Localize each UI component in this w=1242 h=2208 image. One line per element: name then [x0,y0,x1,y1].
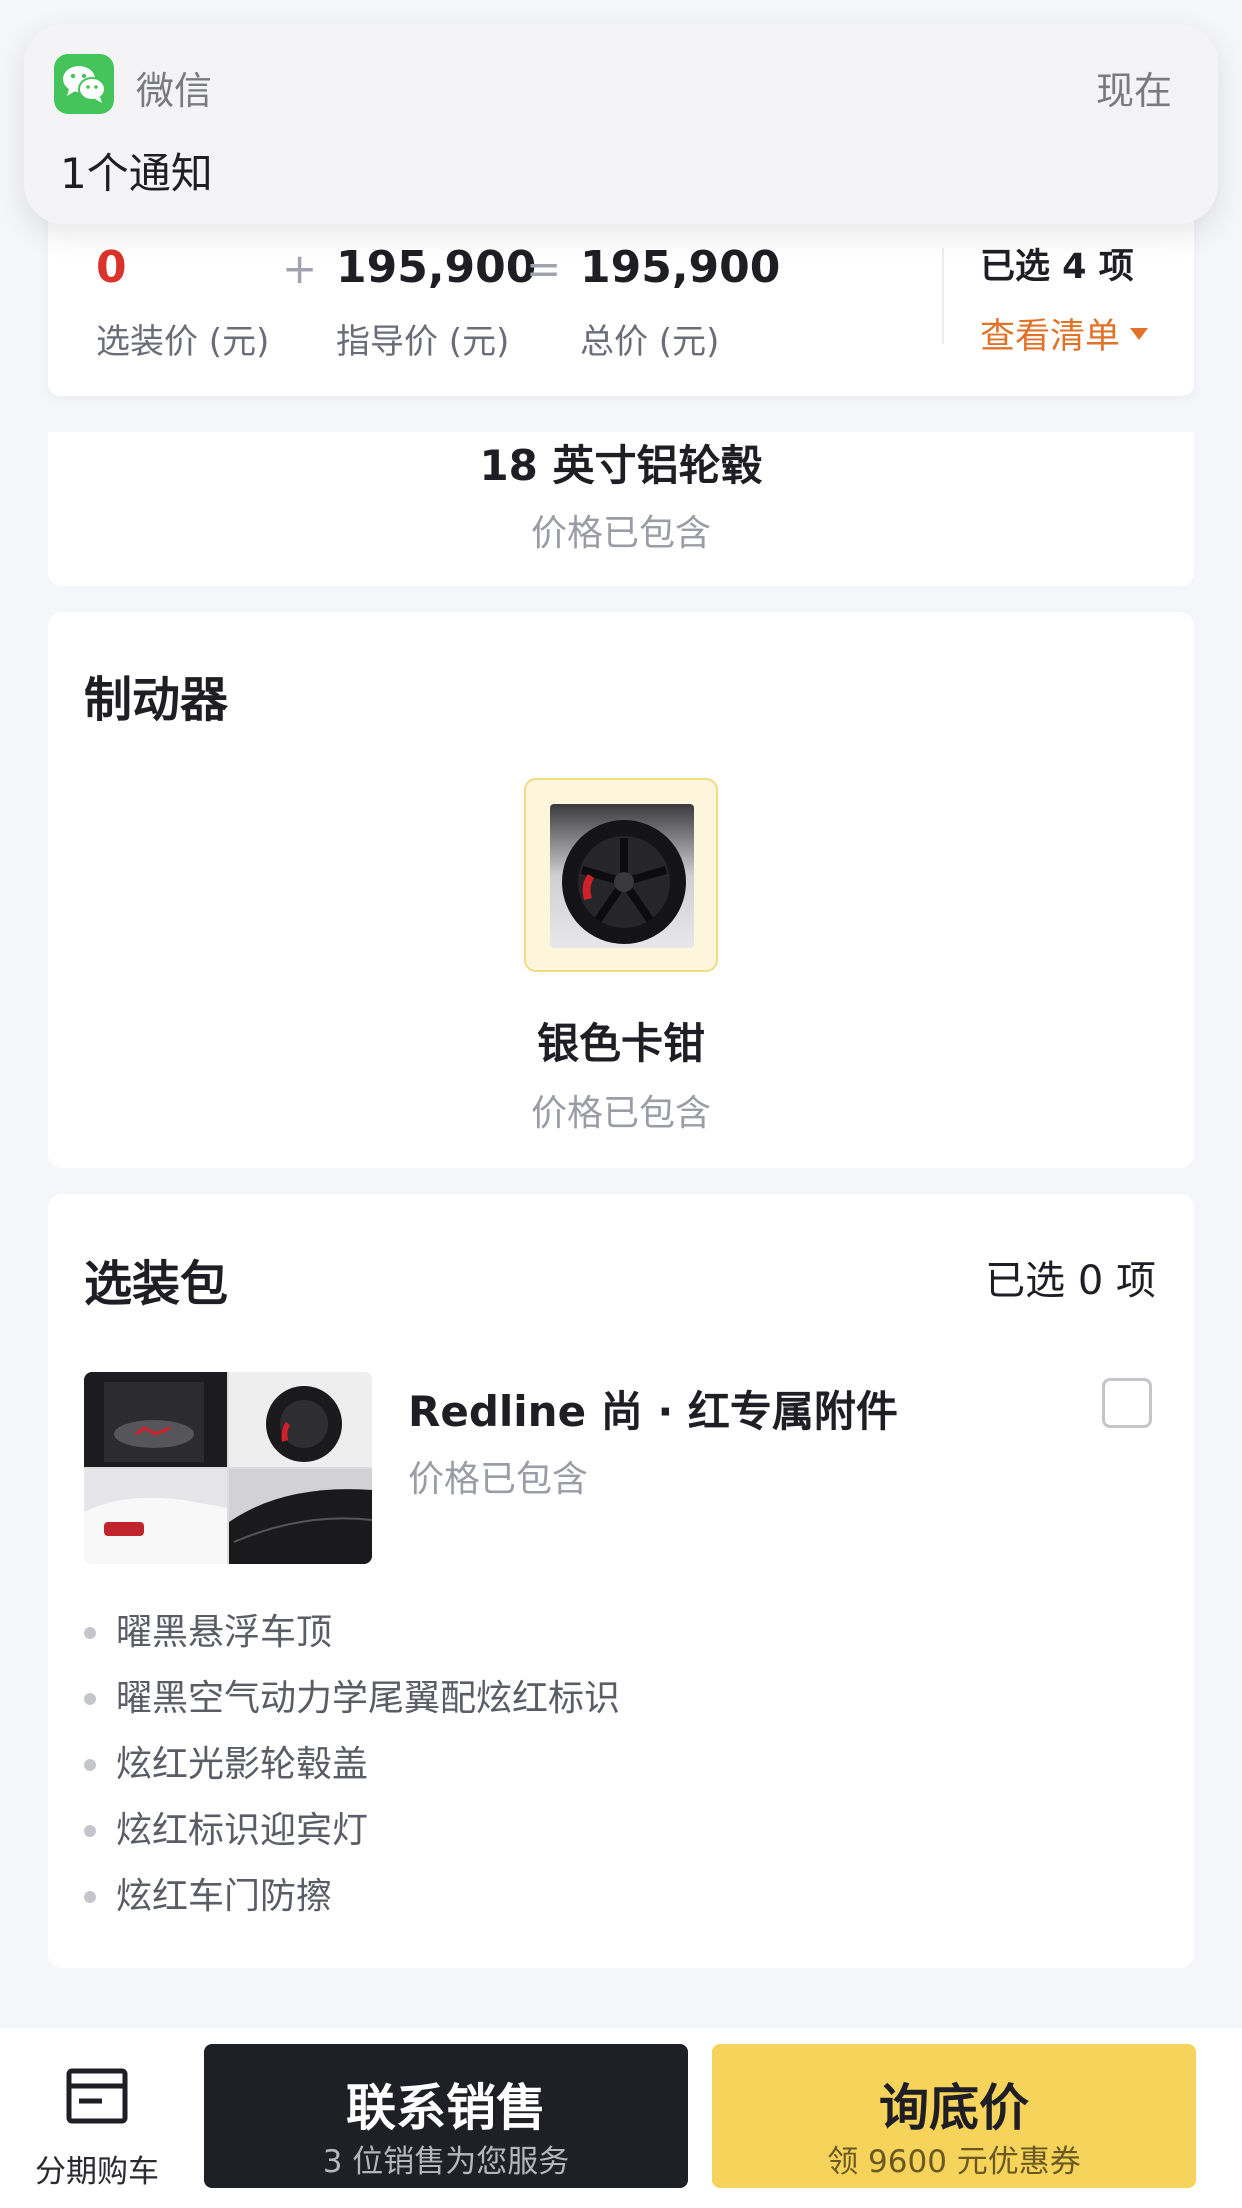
price-summary-bar: 0 选装价 (元) + 195,900 指导价 (元) = 195,900 总价… [48,196,1194,396]
package-name: Redline 尚 · 红专属附件 [408,1387,898,1436]
bullet-icon [84,1627,96,1639]
guide-price-value: 195,900 [336,242,537,293]
installment-button[interactable]: 分期购车 [0,2028,194,2208]
list-item: 曜黑悬浮车顶 [84,1608,620,1674]
bullet-icon [84,1759,96,1771]
package-select-checkbox[interactable] [1102,1378,1152,1428]
bullet-icon [84,1825,96,1837]
list-item: 炫红光影轮毂盖 [84,1740,620,1806]
caliper-item-price: 价格已包含 [530,1093,711,1134]
feature-label: 炫红标识迎宾灯 [116,1810,369,1851]
selected-count: 已选 4 项 [980,247,1134,287]
bullet-icon [84,1693,96,1705]
wheel-item-price: 价格已包含 [530,513,711,554]
package-selected-count: 已选 0 项 [985,1258,1156,1304]
wheel-item-name: 18 英寸铝轮毂 [479,441,763,490]
wheel-image [550,804,694,948]
feature-label: 炫红光影轮毂盖 [116,1744,369,1785]
notification-app-name: 微信 [136,69,213,113]
option-package-card: 选装包 已选 0 项 Redline 尚 · 红专属附件 价格已包含 曜黑悬浮车… [48,1194,1194,1968]
package-price: 价格已包含 [408,1459,589,1500]
bottom-action-bar: 分期购车 联系销售 3 位销售为您服务 询底价 领 9600 元优惠券 [0,2028,1242,2208]
view-list-button[interactable]: 查看清单 [980,308,1149,359]
caret-down-icon [1130,327,1149,340]
option-price-value: 0 [96,242,127,293]
equals-sign: = [526,244,562,293]
feature-label: 曜黑空气动力学尾翼配炫红标识 [116,1678,621,1719]
inquiry-price-label: 询底价 [879,2079,1029,2137]
caliper-item-name: 银色卡钳 [536,1019,705,1068]
view-list-label: 查看清单 [980,317,1121,357]
package-section-title: 选装包 [84,1256,229,1312]
inquiry-price-sublabel: 领 9600 元优惠券 [827,2144,1081,2180]
package-feature-list: 曜黑悬浮车顶 曜黑空气动力学尾翼配炫红标识 炫红光影轮毂盖 炫红标识迎宾灯 炫红… [84,1608,620,1938]
silver-caliper-option[interactable] [524,778,718,972]
brake-section-card: 制动器 银色卡钳 价格已包含 [48,612,1194,1168]
plus-sign: + [282,244,318,293]
price-divider [942,248,944,344]
notification-time: 现在 [1095,69,1172,113]
total-price-label: 总价 (元) [580,322,720,362]
option-price-label: 选装价 (元) [96,322,270,362]
installment-icon [66,2068,128,2124]
contact-sales-button[interactable]: 联系销售 3 位销售为您服务 [204,2044,688,2188]
wheel-option-card[interactable]: 18 英寸铝轮毂 价格已包含 [48,432,1194,586]
feature-label: 曜黑悬浮车顶 [116,1612,333,1653]
notification-message: 1个通知 [60,149,213,198]
feature-label: 炫红车门防擦 [116,1876,333,1917]
guide-price-label: 指导价 (元) [336,322,510,362]
brake-section-title: 制动器 [84,672,229,728]
wechat-icon [54,54,114,114]
total-price-value: 195,900 [580,242,781,293]
bullet-icon [84,1891,96,1903]
list-item: 炫红标识迎宾灯 [84,1806,620,1872]
list-item: 炫红车门防擦 [84,1872,620,1938]
notification-banner[interactable]: 微信 现在 1个通知 [24,24,1218,224]
inquiry-price-button[interactable]: 询底价 领 9600 元优惠券 [712,2044,1196,2188]
package-image[interactable] [84,1372,372,1564]
installment-label: 分期购车 [35,2154,159,2190]
contact-sales-label: 联系销售 [346,2079,546,2137]
contact-sales-sublabel: 3 位销售为您服务 [322,2144,570,2180]
list-item: 曜黑空气动力学尾翼配炫红标识 [84,1674,620,1740]
